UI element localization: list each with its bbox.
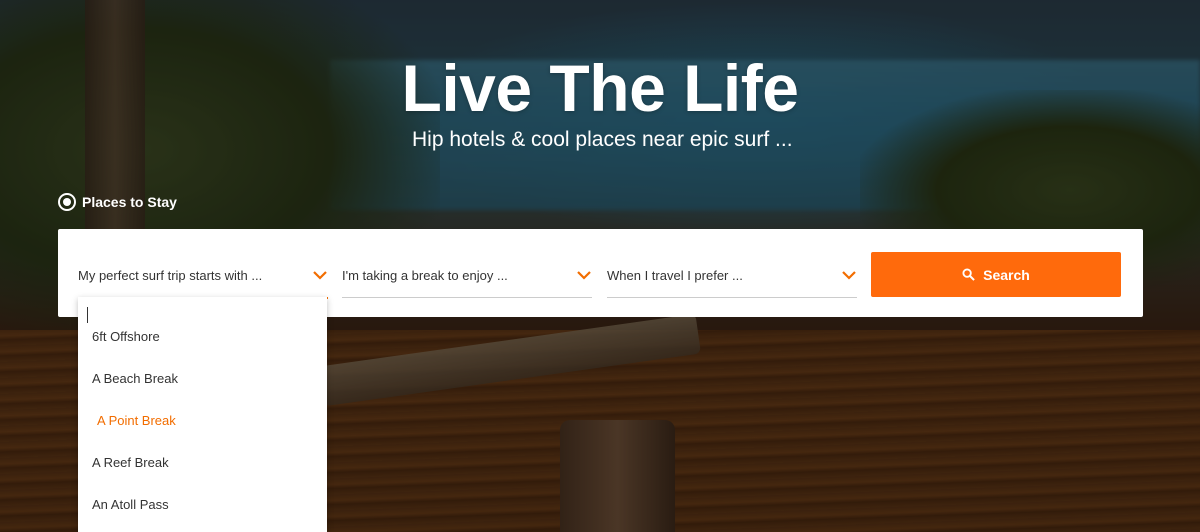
radio-selected-icon[interactable] <box>58 193 76 211</box>
dropdown-option[interactable]: 6ft Offshore <box>92 329 160 344</box>
chevron-down-icon[interactable] <box>312 267 328 283</box>
search-button[interactable]: Search <box>871 252 1121 297</box>
break-select-placeholder: I'm taking a break to enjoy ... <box>342 267 508 283</box>
search-button-label: Search <box>983 266 1030 283</box>
chevron-down-icon[interactable] <box>841 267 857 283</box>
places-to-stay-radio[interactable]: Places to Stay <box>58 193 177 211</box>
search-icon <box>962 268 975 281</box>
travel-preference-select-placeholder: When I travel I prefer ... <box>607 267 743 283</box>
hero-subtitle: Hip hotels & cool places near epic surf … <box>412 128 793 151</box>
surf-trip-select-placeholder: My perfect surf trip starts with ... <box>78 267 263 283</box>
dropdown-option[interactable]: A Beach Break <box>92 371 178 386</box>
break-select[interactable]: I'm taking a break to enjoy ... <box>342 253 592 298</box>
dropdown-option-highlighted[interactable]: A Point Break <box>97 413 176 428</box>
text-cursor[interactable] <box>87 307 88 323</box>
hero-title: Live The Life <box>401 51 799 125</box>
surf-trip-dropdown: 6ft Offshore A Beach Break A Point Break… <box>78 297 327 532</box>
chevron-down-icon[interactable] <box>576 267 592 283</box>
dropdown-option[interactable]: An Atoll Pass <box>92 497 169 512</box>
travel-preference-select[interactable]: When I travel I prefer ... <box>607 253 857 298</box>
dropdown-option[interactable]: A Reef Break <box>92 455 169 470</box>
places-to-stay-label: Places to Stay <box>82 194 177 210</box>
surf-trip-select[interactable]: My perfect surf trip starts with ... <box>78 253 328 299</box>
